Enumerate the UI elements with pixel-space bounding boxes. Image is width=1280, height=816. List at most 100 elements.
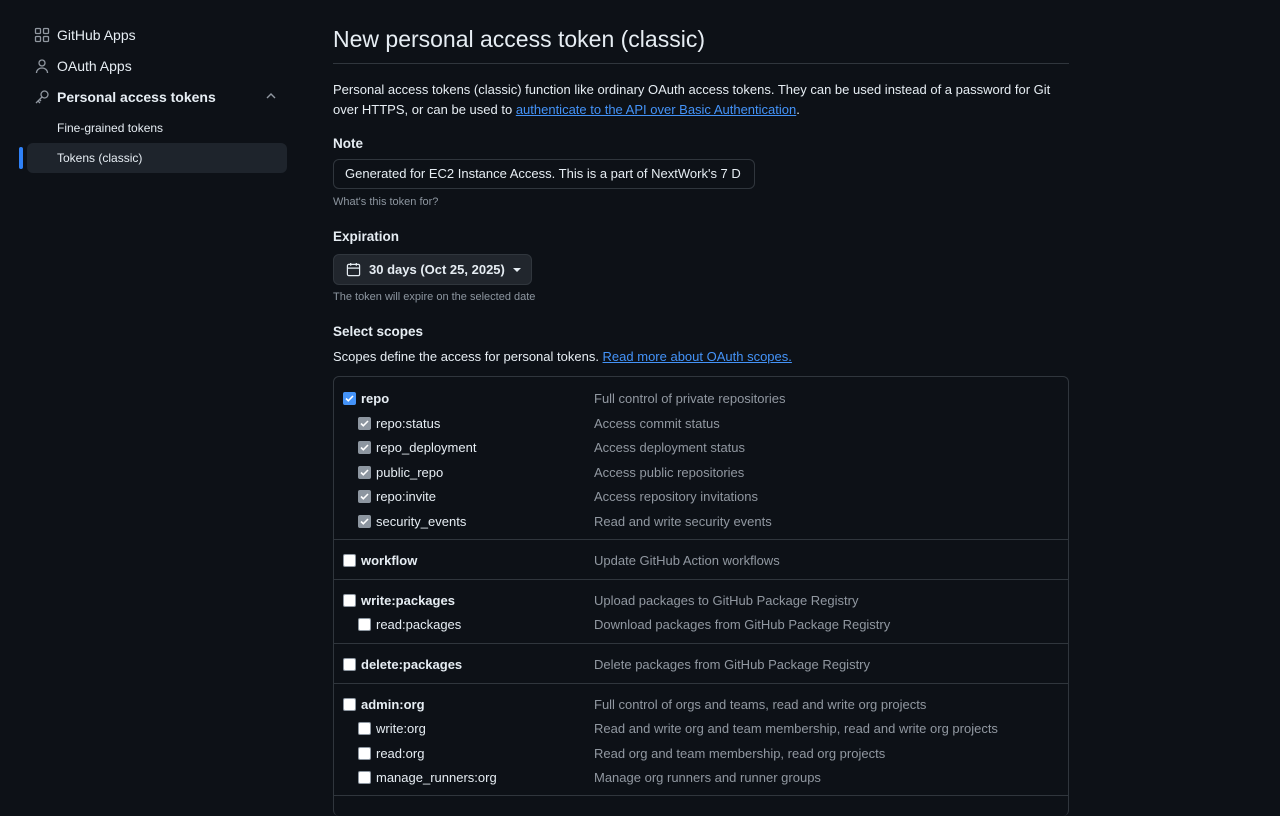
scope-name: read:org	[376, 745, 425, 761]
apps-grid-icon	[34, 27, 50, 43]
sidebar-item-fine-grained-tokens[interactable]: Fine-grained tokens	[27, 113, 287, 143]
scope-name: workflow	[361, 552, 418, 568]
scope-description: Manage org runners and runner groups	[594, 769, 821, 785]
scopes-list: repo Full control of private repositories…	[333, 376, 1069, 816]
scope-name: write:org	[376, 720, 426, 736]
scope-row: delete:packages Delete packages from GitH…	[334, 653, 1068, 675]
scope-description: Download packages from GitHub Package Re…	[594, 616, 891, 632]
sidebar-item-label: OAuth Apps	[57, 58, 132, 74]
scope-checkbox[interactable]	[358, 441, 371, 454]
active-indicator	[19, 147, 23, 169]
sidebar-item-personal-access-tokens[interactable]: Personal access tokens	[27, 82, 287, 112]
scope-name: public_repo	[376, 464, 444, 480]
scope-name: read:packages	[376, 616, 462, 632]
chevron-up-icon[interactable]	[265, 90, 277, 102]
scope-name: repo	[361, 390, 390, 406]
scope-description: Delete packages from GitHub Package Regi…	[594, 656, 871, 672]
note-input[interactable]: Generated for EC2 Instance Access. This …	[333, 159, 755, 189]
scope-name: write:packages	[361, 592, 455, 608]
scope-row: admin:org Full control of orgs and teams,…	[334, 693, 1068, 715]
sidebar-item-github-apps[interactable]: GitHub Apps	[27, 20, 287, 50]
scope-name: repo_deployment	[376, 439, 477, 455]
check-icon	[360, 493, 369, 500]
scope-row: repo_deployment Access deployment status	[334, 436, 1068, 458]
scope-row: repo:status Access commit status	[334, 412, 1068, 434]
check-icon	[360, 444, 369, 451]
calendar-icon	[346, 262, 361, 277]
scope-row: public_repo Access public repositories	[334, 461, 1068, 483]
scope-name: security_events	[376, 513, 467, 529]
scope-checkbox[interactable]	[358, 747, 371, 760]
expiration-dropdown[interactable]: 30 days (Oct 25, 2025)	[333, 254, 532, 285]
scope-description: Read and write security events	[594, 513, 772, 529]
scope-description: Read and write org and team membership, …	[594, 720, 998, 736]
sidebar-item-label: Tokens (classic)	[57, 151, 143, 165]
scope-name: repo:invite	[376, 488, 436, 504]
scope-row: workflow Update GitHub Action workflows	[334, 549, 1068, 571]
check-icon	[345, 395, 354, 402]
scope-row: write:packages Upload packages to GitHub …	[334, 589, 1068, 611]
check-icon	[360, 420, 369, 427]
scope-row: repo:invite Access repository invitations	[334, 485, 1068, 507]
scope-name: admin:org	[361, 696, 425, 712]
check-icon	[360, 518, 369, 525]
scope-description: Read org and team membership, read org p…	[594, 745, 886, 761]
scope-description: Access repository invitations	[594, 488, 759, 504]
sidebar-item-label: Personal access tokens	[57, 89, 216, 105]
scope-checkbox[interactable]	[358, 490, 371, 503]
scope-description: Full control of private repositories	[594, 390, 786, 406]
scope-checkbox[interactable]	[358, 618, 371, 631]
expiration-value: 30 days (Oct 25, 2025)	[369, 262, 505, 277]
scope-group-divider	[334, 539, 1068, 540]
sidebar-item-oauth-apps[interactable]: OAuth Apps	[27, 51, 287, 81]
scope-group-divider	[334, 643, 1068, 644]
scope-name: repo:status	[376, 415, 441, 431]
scopes-desc-text: Scopes define the access for personal to…	[333, 349, 603, 364]
scope-row: manage_runners:org Manage org runners and…	[334, 766, 1068, 788]
settings-sidebar: GitHub Apps OAuth Apps Personal access t…	[0, 0, 300, 800]
scope-checkbox[interactable]	[343, 392, 356, 405]
scope-group-divider	[334, 579, 1068, 580]
scope-description: Full control of orgs and teams, read and…	[594, 696, 927, 712]
expiration-label: Expiration	[333, 229, 400, 244]
scope-checkbox[interactable]	[343, 698, 356, 711]
scope-checkbox[interactable]	[343, 658, 356, 671]
scope-description: Access deployment status	[594, 439, 746, 455]
scope-row: security_events Read and write security e…	[334, 510, 1068, 532]
scope-name: manage_runners:org	[376, 769, 497, 785]
expiration-hint: The token will expire on the selected da…	[333, 291, 536, 303]
scope-description: Access commit status	[594, 415, 720, 431]
scope-checkbox[interactable]	[358, 466, 371, 479]
key-icon	[35, 90, 49, 104]
scope-description: Upload packages to GitHub Package Regist…	[594, 592, 859, 608]
check-icon	[360, 469, 369, 476]
scopes-description: Scopes define the access for personal to…	[333, 349, 792, 364]
scope-checkbox[interactable]	[358, 417, 371, 430]
note-hint: What's this token for?	[333, 196, 439, 208]
oauth-scopes-link[interactable]: Read more about OAuth scopes.	[603, 349, 792, 364]
scopes-label: Select scopes	[333, 324, 424, 339]
scope-group-divider	[334, 683, 1068, 684]
page-title: New personal access token (classic)	[333, 26, 705, 52]
scope-checkbox[interactable]	[358, 722, 371, 735]
scope-checkbox[interactable]	[343, 554, 356, 567]
scope-row: write:org Read and write org and team mem…	[334, 717, 1068, 739]
scope-description: Update GitHub Action workflows	[594, 552, 780, 568]
sidebar-item-label: GitHub Apps	[57, 27, 136, 43]
scope-group-divider	[334, 795, 1068, 796]
sidebar-item-label: Fine-grained tokens	[57, 121, 164, 135]
scope-checkbox[interactable]	[343, 594, 356, 607]
scope-name: delete:packages	[361, 656, 463, 672]
scope-row: repo Full control of private repositories	[334, 387, 1068, 409]
sidebar-item-tokens-classic[interactable]: Tokens (classic)	[27, 143, 287, 173]
scope-description: Access public repositories	[594, 464, 745, 480]
scope-row: read:org Read org and team membership, re…	[334, 742, 1068, 764]
scope-checkbox[interactable]	[358, 771, 371, 784]
scope-row: read:packages Download packages from GitH…	[334, 613, 1068, 635]
intro-end: .	[796, 102, 800, 117]
note-label: Note	[333, 136, 363, 151]
caret-down-icon	[512, 267, 521, 272]
scope-checkbox[interactable]	[358, 515, 371, 528]
intro-paragraph: Personal access tokens (classic) functio…	[333, 80, 1063, 120]
basic-auth-link[interactable]: authenticate to the API over Basic Authe…	[516, 102, 796, 117]
